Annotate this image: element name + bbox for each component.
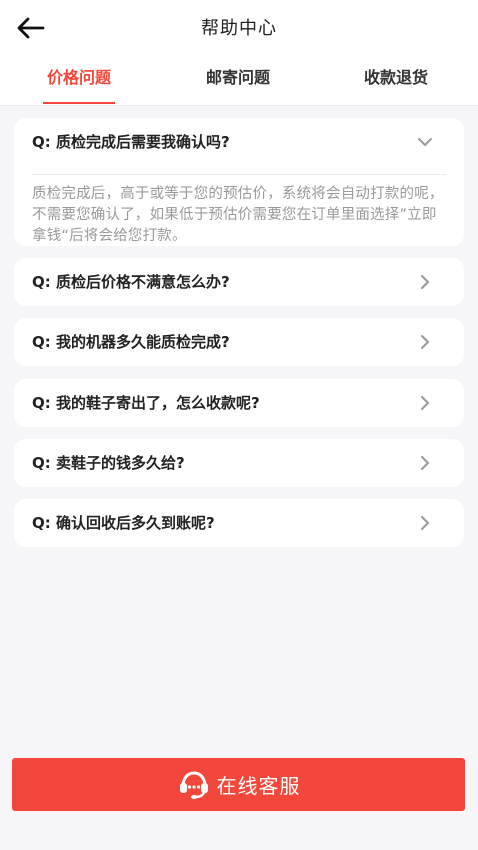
tab-payment-return[interactable]: 收款退货	[358, 64, 434, 106]
faq-question: Q: 确认回收后多久到账呢?	[32, 514, 215, 532]
online-service-label: 在线客服	[216, 774, 301, 798]
faq-item[interactable]: Q: 质检后价格不满意怎么办?	[14, 258, 464, 306]
faq-item[interactable]: Q: 我的机器多久能质检完成?	[14, 318, 464, 366]
faq-divider	[32, 174, 446, 175]
faq-item: Q: 质检完成后需要我确认吗? 质检完成后，高于或等于您的预估价，系统将会自动打…	[14, 118, 464, 246]
chevron-right-icon	[416, 333, 434, 351]
faq-answer: 质检完成后，高于或等于您的预估价，系统将会自动打款的呢，不需要您确认了，如果低于…	[32, 186, 444, 244]
faq-question: Q: 质检完成后需要我确认吗?	[32, 133, 230, 151]
online-service-button[interactable]: 在线客服	[12, 758, 465, 811]
faq-item[interactable]: Q: 确认回收后多久到账呢?	[14, 499, 464, 547]
chevron-right-icon	[416, 454, 434, 472]
faq-item[interactable]: Q: 卖鞋子的钱多久给?	[14, 439, 464, 487]
tab-active-indicator	[43, 102, 115, 104]
faq-question: Q: 我的机器多久能质检完成?	[32, 333, 230, 351]
faq-question: Q: 我的鞋子寄出了，怎么收款呢?	[32, 394, 260, 412]
faq-header[interactable]: Q: 质检完成后需要我确认吗?	[14, 118, 464, 166]
chevron-right-icon	[416, 273, 434, 291]
faq-question: Q: 卖鞋子的钱多久给?	[32, 454, 185, 472]
header: 帮助中心 价格问题 邮寄问题 收款退货	[0, 0, 478, 106]
faq-item[interactable]: Q: 我的鞋子寄出了，怎么收款呢?	[14, 379, 464, 427]
chevron-down-icon	[416, 133, 434, 151]
tab-price[interactable]: 价格问题	[43, 64, 115, 106]
chevron-right-icon	[416, 514, 434, 532]
faq-question: Q: 质检后价格不满意怎么办?	[32, 273, 230, 291]
headset-icon	[179, 770, 208, 799]
tab-bar: 价格问题 邮寄问题 收款退货	[0, 56, 478, 106]
help-center-screen: 帮助中心 价格问题 邮寄问题 收款退货 Q: 质检完成后需要我确认吗? 质检完成…	[0, 0, 478, 850]
tab-shipping[interactable]: 邮寄问题	[200, 64, 276, 106]
page-title: 帮助中心	[201, 18, 277, 39]
chevron-right-icon	[416, 394, 434, 412]
